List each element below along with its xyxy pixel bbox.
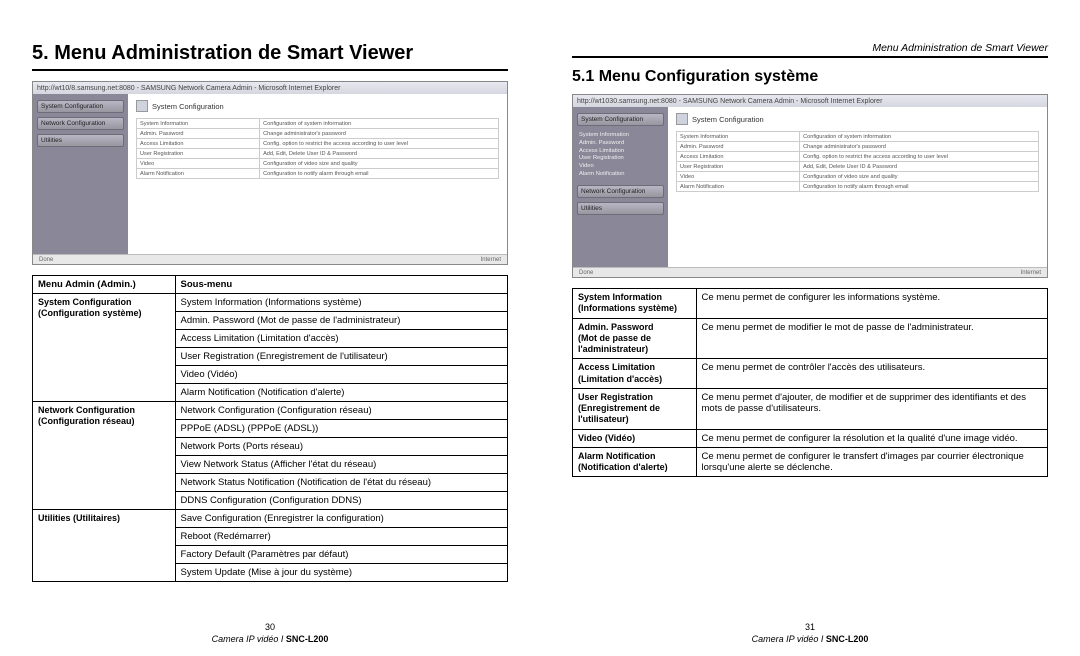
- table-row: Video (Vidéo): [175, 366, 508, 384]
- shot-main: System Configuration System InformationC…: [128, 94, 507, 254]
- running-header: Menu Administration de Smart Viewer: [572, 42, 1048, 54]
- footer-model: SNC-L200: [826, 634, 869, 644]
- shot-body: System Configuration System Information …: [573, 107, 1047, 267]
- col-head-submenu: Sous-menu: [175, 276, 508, 294]
- group-netconf: Network Configuration(Configuration rése…: [33, 402, 176, 510]
- row-userreg: User Registration(Enregistrement del'uti…: [573, 388, 697, 429]
- section-title: 5.1 Menu Configuration système: [572, 68, 1048, 86]
- row-desc: Ce menu permet de configurer les informa…: [696, 289, 1048, 319]
- table-row: Network Status Notification (Notificatio…: [175, 474, 508, 492]
- row-video: Video (Vidéo): [573, 429, 697, 447]
- shot-sidebar: System Configuration Network Configurati…: [33, 94, 128, 254]
- sidebar-sublist: System Information Admin. Password Acces…: [577, 130, 664, 185]
- col-head-menu: Menu Admin (Admin.): [33, 276, 176, 294]
- table-row: Save Configuration (Enregistrer la confi…: [175, 510, 508, 528]
- sidebar-btn-network: Network Configuration: [577, 185, 664, 198]
- footer-left: 30 Camera IP vidéo I SNC-L200: [0, 622, 540, 644]
- mini-table: System InformationConfiguration of syste…: [136, 118, 499, 179]
- table-row: Network Ports (Ports réseau): [175, 438, 508, 456]
- sidebar-btn-system: System Configuration: [577, 113, 664, 126]
- screenshot-right: http://wt1030.samsung.net:8080 - SAMSUNG…: [572, 94, 1048, 278]
- row-accesslim: Access Limitation(Limitation d'accès): [573, 359, 697, 389]
- panel-icon: [136, 100, 148, 112]
- table-row: PPPoE (ADSL) (PPPoE (ADSL)): [175, 420, 508, 438]
- page-number: 30: [0, 622, 540, 632]
- shot-statusbar: Done Internet: [33, 254, 507, 264]
- row-sysinfo: System Information(Informations système): [573, 289, 697, 319]
- table-row: View Network Status (Afficher l'état du …: [175, 456, 508, 474]
- table-row: System Update (Mise à jour du système): [175, 564, 508, 582]
- page-left: 5. Menu Administration de Smart Viewer h…: [0, 0, 540, 656]
- table-row: Alarm Notification (Notification d'alert…: [175, 384, 508, 402]
- footer-prefix: Camera IP vidéo I: [212, 634, 286, 644]
- footer-model: SNC-L200: [286, 634, 329, 644]
- table-row: Factory Default (Paramètres par défaut): [175, 546, 508, 564]
- title-rule: [572, 56, 1048, 58]
- row-adminpw: Admin. Password(Mot de passe del'adminis…: [573, 318, 697, 359]
- sidebar-btn-system: System Configuration: [37, 100, 124, 113]
- table-row: Admin. Password (Mot de passe de l'admin…: [175, 312, 508, 330]
- group-sysconf: System Configuration(Configuration systè…: [33, 294, 176, 402]
- sidebar-btn-utilities: Utilities: [37, 134, 124, 147]
- row-desc: Ce menu permet d'ajouter, de modifier et…: [696, 388, 1048, 429]
- mini-table: System InformationConfiguration of syste…: [676, 131, 1039, 192]
- sidebar-btn-network: Network Configuration: [37, 117, 124, 130]
- panel-title: System Configuration: [152, 102, 224, 111]
- shot-main: System Configuration System InformationC…: [668, 107, 1047, 267]
- table-row: Network Configuration (Configuration rés…: [175, 402, 508, 420]
- row-alarm: Alarm Notification(Notification d'alerte…: [573, 447, 697, 477]
- sysconf-desc-table: System Information(Informations système)…: [572, 288, 1048, 477]
- shot-titlebar: http://wt10/8.samsung.net:8080 - SAMSUNG…: [33, 82, 507, 94]
- row-desc: Ce menu permet de modifier le mot de pas…: [696, 318, 1048, 359]
- shot-sidebar: System Configuration System Information …: [573, 107, 668, 267]
- table-row: DDNS Configuration (Configuration DDNS): [175, 492, 508, 510]
- table-row: Access Limitation (Limitation d'accès): [175, 330, 508, 348]
- row-desc: Ce menu permet de contrôler l'accès des …: [696, 359, 1048, 389]
- panel-icon: [676, 113, 688, 125]
- page-spread: 5. Menu Administration de Smart Viewer h…: [0, 0, 1080, 656]
- row-desc: Ce menu permet de configurer la résoluti…: [696, 429, 1048, 447]
- panel-title: System Configuration: [692, 115, 764, 124]
- chapter-title: 5. Menu Administration de Smart Viewer: [32, 42, 508, 65]
- menu-admin-table: Menu Admin (Admin.) Sous-menu System Con…: [32, 275, 508, 582]
- table-row: System Information (Informations système…: [175, 294, 508, 312]
- shot-titlebar: http://wt1030.samsung.net:8080 - SAMSUNG…: [573, 95, 1047, 107]
- footer-prefix: Camera IP vidéo I: [752, 634, 826, 644]
- row-desc: Ce menu permet de configurer le transfer…: [696, 447, 1048, 477]
- title-rule: [32, 69, 508, 71]
- table-row: Reboot (Redémarrer): [175, 528, 508, 546]
- footer-right: 31 Camera IP vidéo I SNC-L200: [540, 622, 1080, 644]
- group-utilities: Utilities (Utilitaires): [33, 510, 176, 582]
- sidebar-btn-utilities: Utilities: [577, 202, 664, 215]
- page-number: 31: [540, 622, 1080, 632]
- shot-body: System Configuration Network Configurati…: [33, 94, 507, 254]
- table-row: User Registration (Enregistrement de l'u…: [175, 348, 508, 366]
- shot-statusbar: Done Internet: [573, 267, 1047, 277]
- page-right: Menu Administration de Smart Viewer 5.1 …: [540, 0, 1080, 656]
- screenshot-left: http://wt10/8.samsung.net:8080 - SAMSUNG…: [32, 81, 508, 265]
